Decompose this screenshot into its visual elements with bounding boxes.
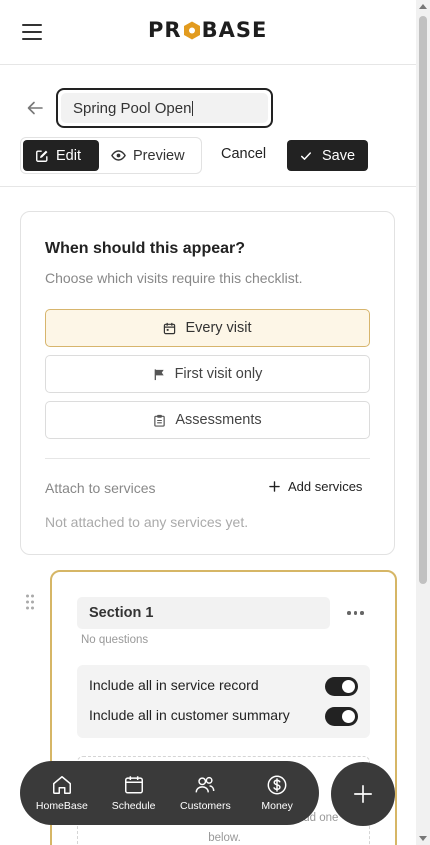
option-label: Every visit (185, 320, 252, 336)
save-button-label: Save (321, 147, 356, 164)
option-assessments[interactable]: Assessments (45, 401, 370, 439)
edit-tab-label: Edit (56, 147, 81, 164)
probase-logo: PR BASE (148, 18, 267, 42)
service-record-switch[interactable] (325, 677, 358, 696)
appearance-card-title: When should this appear? (45, 240, 246, 257)
dropzone-hint-line2: below. (208, 832, 241, 844)
appearance-card: When should this appear? Choose which vi… (20, 211, 395, 555)
section-toggles: Include all in service record Include al… (77, 665, 370, 738)
attach-services-label: Attach to services (45, 480, 156, 496)
check-icon (300, 151, 311, 160)
logo-text-pre: PR (148, 18, 182, 42)
preview-tab-label: Preview (133, 147, 185, 164)
customer-summary-switch[interactable] (325, 707, 358, 726)
plus-icon (354, 785, 372, 803)
add-services-label: Add services (288, 479, 363, 494)
toggle-label-customer-summary: Include all in customer summary (89, 707, 290, 723)
users-icon (195, 776, 215, 793)
not-attached-text: Not attached to any services yet. (45, 514, 249, 530)
dollar-icon (267, 775, 287, 795)
nav-label: HomeBase (35, 800, 88, 812)
preview-tab[interactable]: Preview (99, 140, 197, 171)
section-name-input[interactable]: Section 1 (77, 597, 330, 629)
more-options-icon[interactable] (347, 611, 364, 615)
page-scrollbar[interactable] (416, 0, 430, 845)
back-arrow-icon[interactable] (26, 99, 44, 117)
option-label: First visit only (174, 366, 263, 382)
scroll-up-arrow[interactable] (419, 4, 427, 9)
card-divider (45, 458, 370, 459)
checklist-name-input[interactable]: Spring Pool Open (56, 88, 273, 128)
clipboard-icon (154, 414, 166, 427)
header-divider (0, 186, 416, 187)
nav-homebase[interactable]: HomeBase (28, 774, 96, 812)
calendar-icon (124, 776, 143, 794)
nav-schedule[interactable]: Schedule (100, 774, 168, 812)
edit-icon (36, 149, 48, 162)
home-icon (52, 776, 71, 794)
nav-customers[interactable]: Customers (171, 774, 239, 812)
top-bar: PR BASE (0, 0, 416, 65)
scroll-down-arrow[interactable] (419, 836, 427, 841)
flag-icon (154, 368, 164, 380)
text-caret (192, 100, 194, 116)
option-every-visit[interactable]: Every visit (45, 309, 370, 347)
scrollbar-thumb[interactable] (419, 16, 427, 584)
bottom-navigation: HomeBase Schedule Customers Money (20, 761, 319, 825)
checklist-name-value[interactable]: Spring Pool Open (73, 100, 191, 117)
question-count: No questions (81, 634, 149, 646)
plus-icon (269, 481, 280, 492)
nav-label: Customers (179, 800, 231, 812)
edit-tab[interactable]: Edit (23, 140, 99, 171)
calendar-icon (164, 322, 176, 334)
option-label: Assessments (175, 412, 262, 428)
nav-money[interactable]: Money (243, 774, 311, 812)
cancel-button[interactable]: Cancel (221, 146, 266, 162)
toggle-label-service-record: Include all in service record (89, 677, 259, 693)
appearance-card-subtitle: Choose which visits require this checkli… (45, 270, 303, 286)
edit-preview-toggle: Edit Preview (20, 137, 202, 174)
drag-handle-icon[interactable] (25, 594, 35, 610)
save-button[interactable]: Save (287, 140, 368, 171)
eye-icon (111, 150, 126, 161)
menu-icon[interactable] (22, 24, 42, 40)
add-services-button[interactable]: Add services (269, 479, 362, 494)
option-first-visit-only[interactable]: First visit only (45, 355, 370, 393)
logo-text-post: BASE (201, 18, 268, 42)
nav-label: Schedule (111, 800, 156, 812)
nav-label: Money (261, 800, 293, 812)
hexagon-logo-icon (183, 21, 201, 40)
add-fab-button[interactable] (331, 762, 395, 826)
